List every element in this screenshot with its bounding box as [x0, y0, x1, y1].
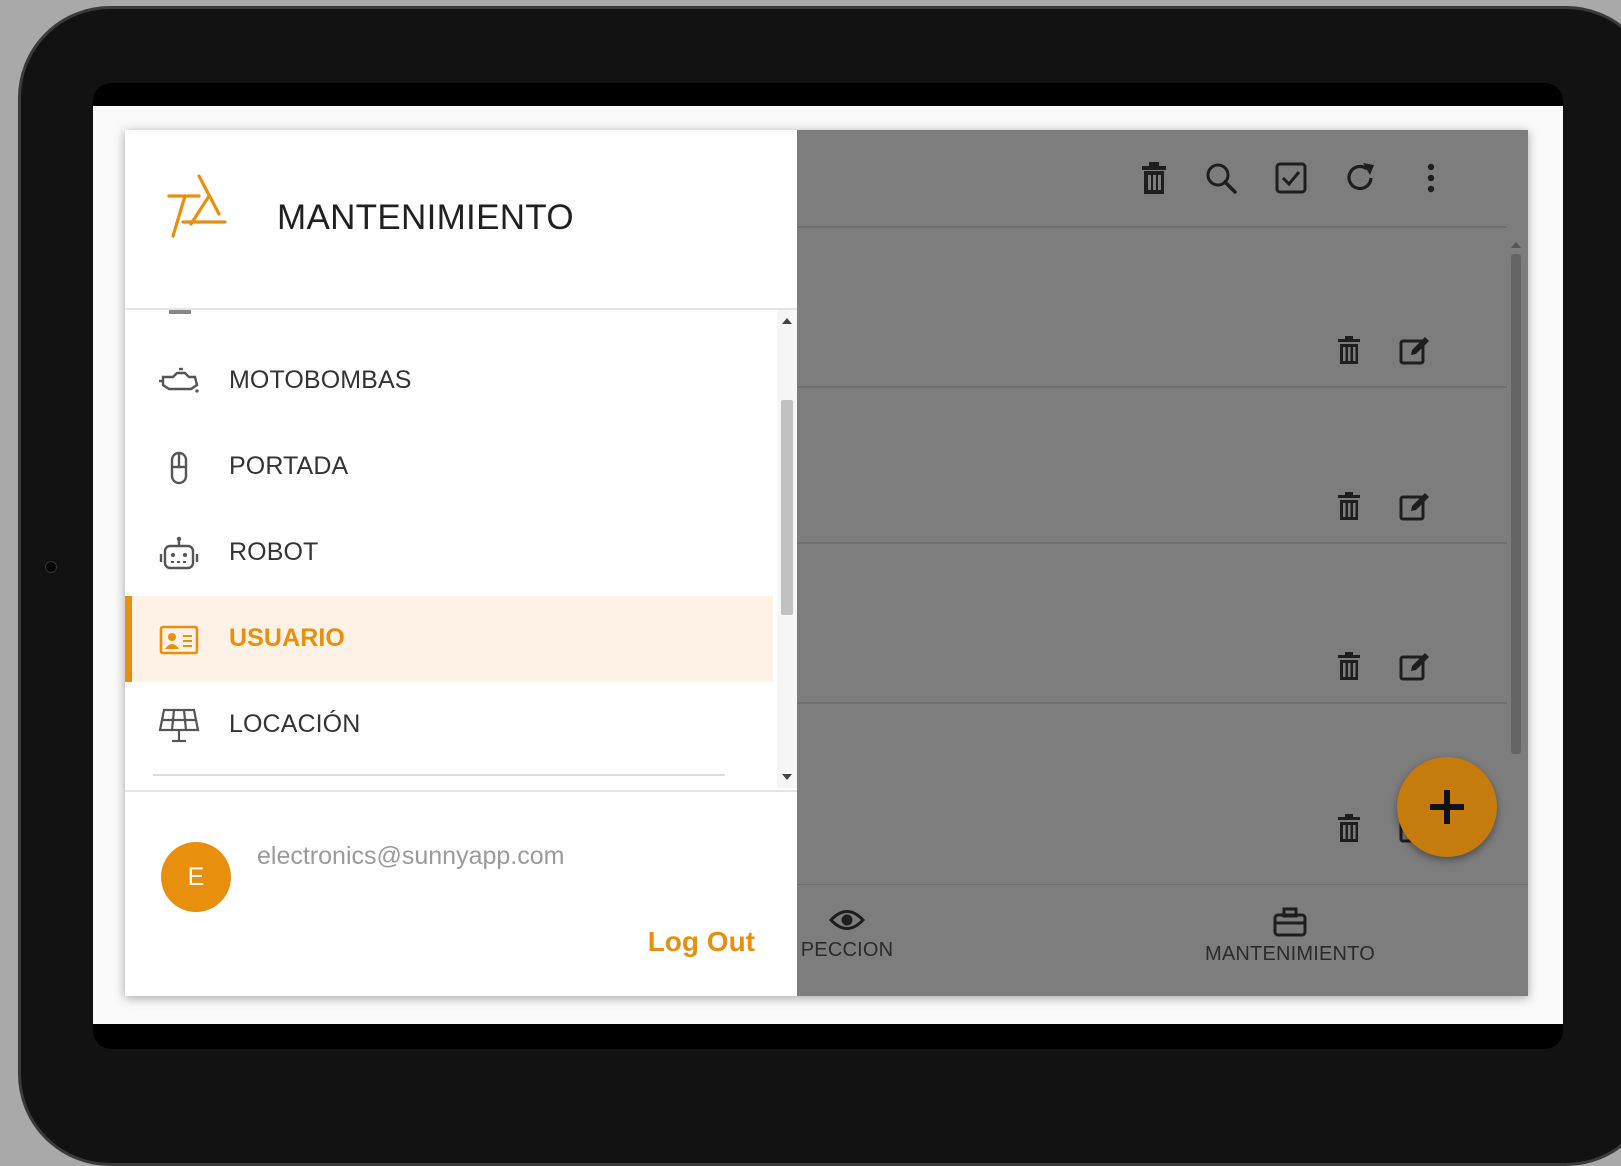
edit-icon[interactable]	[1399, 490, 1431, 522]
list-item	[1333, 334, 1431, 366]
logout-button[interactable]: Log Out	[648, 926, 755, 958]
list-item	[1333, 490, 1431, 522]
drawer-title: MANTENIMIENTO	[277, 198, 574, 237]
sidebar-item-label: MOTOBOMBAS	[229, 366, 412, 394]
drawer-header: MANTENIMIENTO	[125, 130, 797, 310]
divider	[797, 702, 1507, 704]
user-id-card-icon	[157, 618, 201, 662]
motor-pump-icon	[157, 360, 201, 404]
navigation-drawer: MANTENIMIENTO MOTOBOMBAS PORTADA ROBOT U…	[125, 130, 797, 996]
trash-icon[interactable]	[1333, 490, 1365, 522]
sidebar-item-label: PORTADA	[229, 452, 349, 480]
drawer-menu: MOTOBOMBAS PORTADA ROBOT USUARIO LOCACIÓ…	[125, 310, 775, 788]
bottom-nav-inspeccion[interactable]: PECCION	[777, 907, 917, 962]
sidebar-item-usuario[interactable]: USUARIO	[125, 596, 773, 682]
trash-icon[interactable]	[1333, 334, 1365, 366]
bottom-nav-mantenimiento[interactable]: MANTENIMIENTO	[1165, 907, 1415, 966]
edit-icon[interactable]	[1399, 650, 1431, 682]
trash-icon[interactable]	[1333, 650, 1365, 682]
sidebar-item-motobombas[interactable]: MOTOBOMBAS	[125, 338, 773, 424]
edit-icon[interactable]	[1399, 334, 1431, 366]
refresh-icon[interactable]	[1340, 158, 1380, 198]
briefcase-icon	[1165, 907, 1415, 943]
trash-icon[interactable]	[1333, 812, 1365, 844]
divider	[797, 226, 1507, 228]
divider	[153, 774, 725, 776]
more-vertical-icon[interactable]	[1411, 158, 1451, 198]
add-button[interactable]	[1397, 757, 1497, 857]
sidebar-item-portada[interactable]: PORTADA	[125, 424, 773, 510]
bottom-nav-label: PECCION	[800, 939, 894, 961]
sidebar-item-label: ROBOT	[229, 538, 319, 566]
search-icon[interactable]	[1201, 158, 1241, 198]
list-item	[1333, 650, 1431, 682]
bottom-nav-label: MANTENIMIENTO	[1204, 943, 1375, 965]
sidebar-item-label: LOCACIÓN	[229, 710, 361, 738]
solar-panel-icon	[157, 704, 201, 748]
user-email: electronics@sunnyapp.com	[257, 842, 565, 870]
sidebar-item-label: USUARIO	[229, 624, 345, 652]
drawer-scrollbar[interactable]	[777, 310, 797, 788]
sidebar-item-locacion[interactable]: LOCACIÓN	[125, 682, 773, 768]
camera	[45, 561, 57, 573]
list-scrollbar[interactable]	[1507, 240, 1525, 996]
active-indicator	[125, 596, 132, 682]
robot-icon	[157, 532, 201, 576]
avatar[interactable]: E	[161, 842, 231, 912]
divider	[797, 542, 1507, 544]
sunny-logo-icon	[165, 174, 229, 249]
partial-icon	[169, 310, 191, 314]
divider	[797, 386, 1507, 388]
gate-icon	[157, 446, 201, 490]
trash-icon[interactable]	[1134, 158, 1174, 198]
checkbox-icon[interactable]	[1271, 158, 1311, 198]
sidebar-item-robot[interactable]: ROBOT	[125, 510, 773, 596]
eye-icon	[777, 907, 917, 939]
app-window: PECCION MANTENIMIENTO MANTENIMIENTO MOTO…	[125, 130, 1528, 996]
drawer-footer: E electronics@sunnyapp.com Log Out	[125, 790, 797, 996]
